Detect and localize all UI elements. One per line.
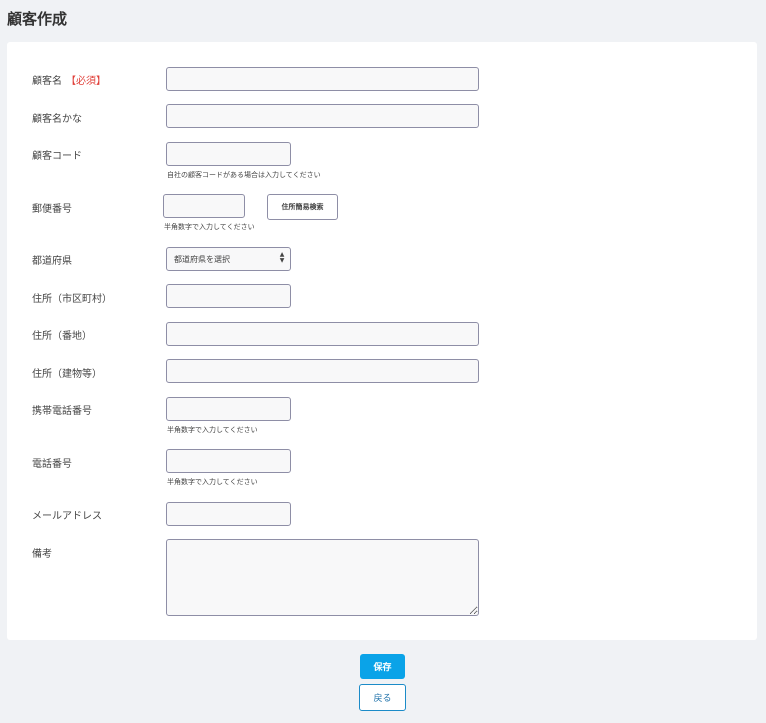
mobile-phone-label: 携帯電話番号 bbox=[32, 406, 92, 417]
mobile-phone-hint: 半角数字で入力してください bbox=[167, 426, 258, 434]
save-button[interactable]: 保存 bbox=[360, 654, 405, 679]
phone-hint: 半角数字で入力してください bbox=[167, 478, 258, 486]
back-button[interactable]: 戻る bbox=[359, 684, 406, 711]
customer-name-label: 顧客名 【必須】 bbox=[32, 76, 106, 87]
address-city-input[interactable] bbox=[166, 284, 291, 308]
form-card: 顧客名 【必須】 顧客名かな 顧客コード 自社の顧客コードがある場合は入力してくだ… bbox=[7, 42, 757, 640]
required-mark: 【必須】 bbox=[66, 76, 106, 87]
address-number-input[interactable] bbox=[166, 322, 479, 346]
mobile-phone-input[interactable] bbox=[166, 397, 291, 421]
prefecture-select[interactable]: 都道府県を選択 ▲ ▼ bbox=[166, 247, 291, 271]
address-search-button[interactable]: 住所簡易検索 bbox=[267, 194, 338, 220]
phone-input[interactable] bbox=[166, 449, 291, 473]
prefecture-selected-value: 都道府県を選択 bbox=[174, 254, 230, 264]
prefecture-label: 都道府県 bbox=[32, 256, 72, 267]
address-number-label: 住所（番地） bbox=[32, 331, 92, 342]
customer-code-input[interactable] bbox=[166, 142, 291, 166]
customer-name-kana-input[interactable] bbox=[166, 104, 479, 128]
postal-code-hint: 半角数字で入力してください bbox=[164, 223, 255, 231]
phone-label: 電話番号 bbox=[32, 459, 72, 470]
address-building-label: 住所（建物等） bbox=[32, 369, 102, 380]
email-label: メールアドレス bbox=[32, 511, 102, 522]
customer-name-kana-label: 顧客名かな bbox=[32, 114, 82, 125]
customer-code-hint: 自社の顧客コードがある場合は入力してください bbox=[167, 171, 321, 179]
notes-label: 備考 bbox=[32, 549, 52, 560]
page-title: 顧客作成 bbox=[7, 10, 68, 28]
address-building-input[interactable] bbox=[166, 359, 479, 383]
postal-code-label: 郵便番号 bbox=[32, 204, 72, 215]
customer-name-input[interactable] bbox=[166, 67, 479, 91]
postal-code-input[interactable] bbox=[163, 194, 245, 218]
updown-chevron-icon: ▲ ▼ bbox=[279, 251, 285, 264]
email-input[interactable] bbox=[166, 502, 291, 526]
address-city-label: 住所（市区町村） bbox=[32, 294, 112, 305]
notes-textarea[interactable] bbox=[166, 539, 479, 616]
customer-code-label: 顧客コード bbox=[32, 151, 82, 162]
